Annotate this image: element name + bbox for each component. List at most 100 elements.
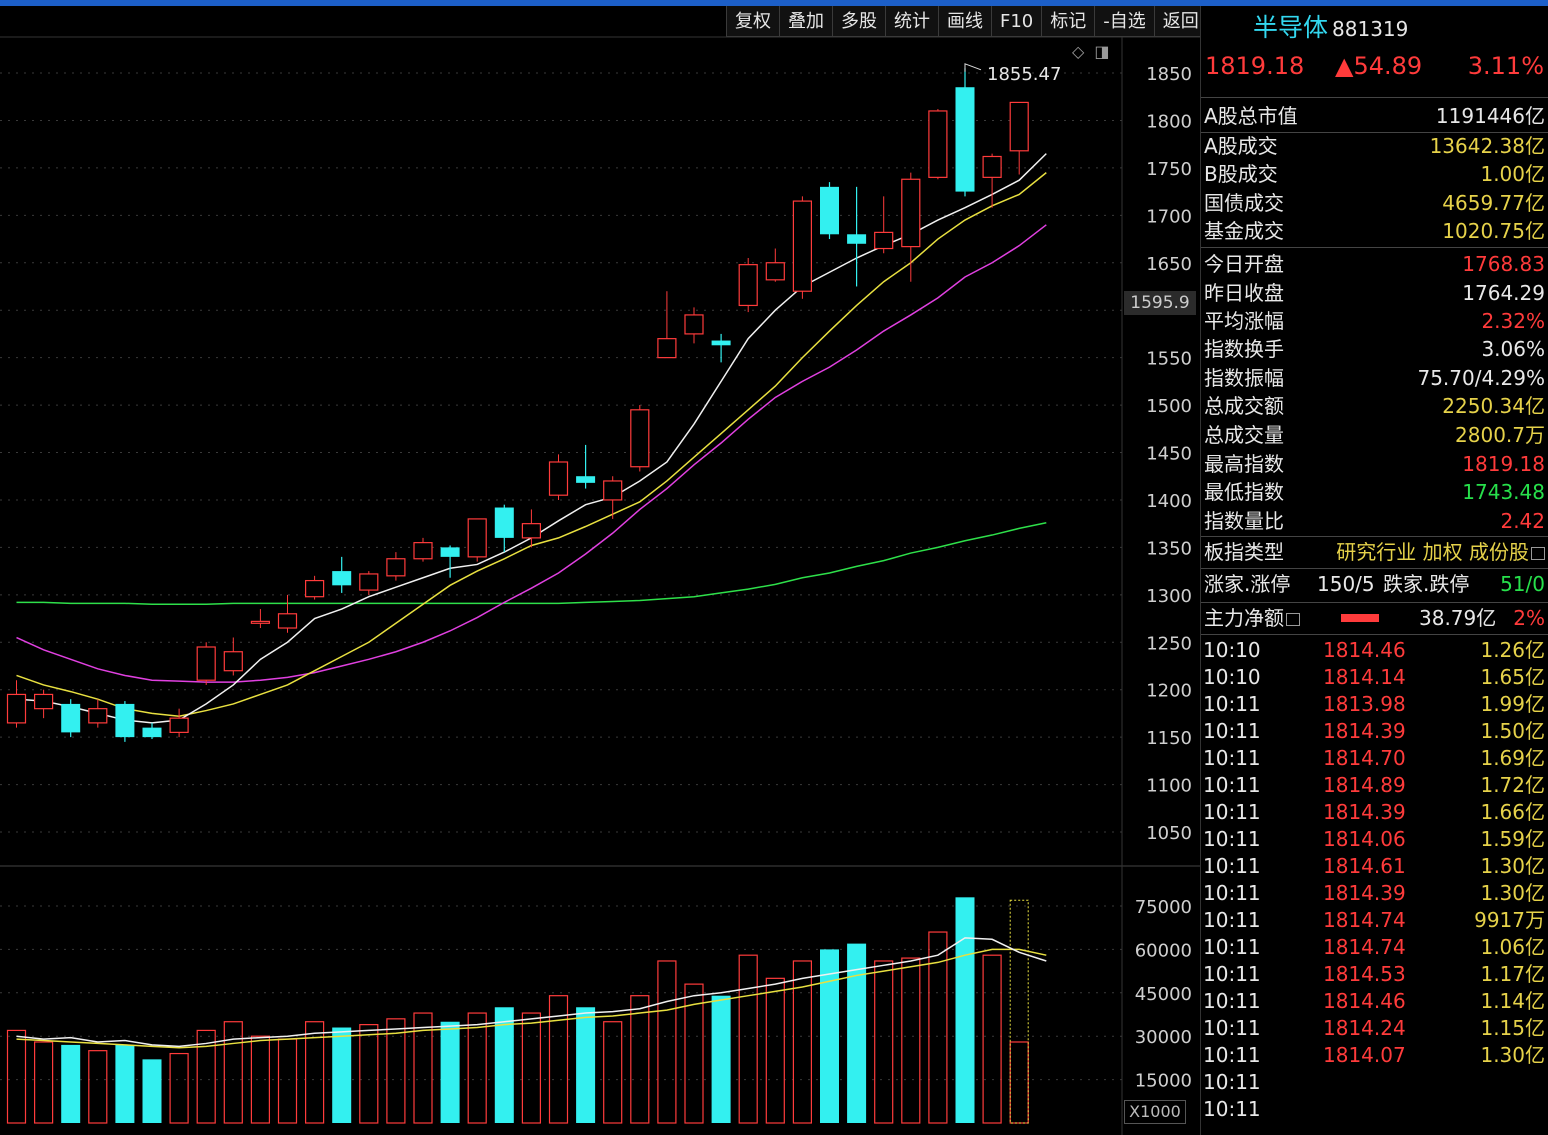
tick-amount: 1.30亿	[1480, 854, 1545, 878]
stat-label: 国债成交	[1204, 191, 1284, 215]
tick-amount: 1.99亿	[1480, 692, 1545, 716]
stat-label: 平均涨幅	[1204, 309, 1284, 333]
stat-value: 1768.83	[1462, 252, 1545, 276]
tick-amount: 1.30亿	[1480, 1043, 1545, 1067]
price-tick-label: 1800	[1146, 111, 1192, 132]
board-type-label: 板指类型	[1204, 540, 1284, 564]
price-tick-label: 1650	[1146, 254, 1192, 275]
main-flow-value: 38.79亿	[1419, 606, 1497, 630]
tick-row: 10:11 1814.53 1.17亿	[1201, 961, 1548, 988]
stat-row: 基金成交 1020.75亿	[1201, 217, 1548, 245]
multi-stock-button[interactable]: 多股	[832, 6, 885, 37]
tick-price: 1814.06	[1323, 827, 1406, 851]
candle-body	[467, 518, 487, 558]
stat-row: 总成交额 2250.34亿	[1201, 392, 1548, 420]
volume-bar	[630, 995, 650, 1124]
kline-chart[interactable]: 1850 1800 1750 1700 1650 1550 1500 1450 1400 1350…	[0, 6, 1200, 1135]
volume-bar	[115, 1044, 135, 1123]
candle-body	[711, 340, 731, 346]
board-type-row: 板指类型 研究行业 加权 成份股≡	[1201, 538, 1548, 566]
volume-bar	[33, 1041, 54, 1124]
index-name: 半导体	[1253, 13, 1329, 42]
tick-time: 10:10	[1203, 665, 1261, 689]
candle-body	[901, 178, 921, 248]
stat-row: 国债成交 4659.77亿	[1201, 189, 1548, 217]
stat-label: 最高指数	[1204, 452, 1284, 476]
stat-label: 指数量比	[1204, 509, 1284, 533]
price-tick-label: 1400	[1146, 491, 1192, 512]
tick-price: 1813.98	[1323, 692, 1406, 716]
main-flow-percent: 2%	[1513, 606, 1545, 630]
stat-value: 1743.48	[1462, 480, 1545, 504]
tick-amount: 1.66亿	[1480, 800, 1545, 824]
candle-body	[440, 547, 460, 557]
quote-panel: 半导体 881319 1819.18 ▲54.89 3.11% A股总市值 1191…	[1200, 6, 1548, 1135]
volume-bar	[277, 1038, 298, 1124]
down-label: 跌家.跌停	[1383, 572, 1470, 596]
tick-row: 10:11 1814.89 1.72亿	[1201, 772, 1548, 799]
tick-price: 1814.74	[1323, 908, 1406, 932]
tick-row: 10:11 1814.70 1.69亿	[1201, 745, 1548, 772]
tick-time: 10:11	[1203, 692, 1261, 716]
main-flow-row: 主力净额≡ 38.79亿 2%	[1201, 604, 1548, 632]
statistics-button[interactable]: 统计	[885, 6, 938, 37]
stat-label: 总成交量	[1204, 423, 1284, 447]
tick-time: 10:11	[1203, 1097, 1261, 1121]
draw-line-button[interactable]: 画线	[938, 6, 991, 37]
chart-corner-icons: ◇ ◨	[1072, 42, 1109, 61]
panel-toggle-icon[interactable]: ◨	[1094, 42, 1109, 61]
main-flow-label: 主力净额≡	[1204, 604, 1300, 632]
mark-button[interactable]: 标记	[1041, 6, 1095, 37]
menu-icon[interactable]: ≡	[1531, 547, 1545, 560]
candle-body	[359, 573, 379, 591]
tick-row: 10:11 1814.07 1.30亿	[1201, 1042, 1548, 1069]
up-label: 涨家.涨停	[1204, 572, 1291, 596]
up-value: 150/5	[1317, 572, 1375, 596]
tick-row: 10:11 1814.06 1.59亿	[1201, 826, 1548, 853]
candle-body	[874, 231, 894, 250]
f10-button[interactable]: F10	[991, 6, 1042, 37]
volume-bar	[386, 1018, 406, 1124]
tick-amount: 1.26亿	[1480, 638, 1545, 662]
candle-body	[576, 476, 596, 483]
tick-time: 10:11	[1203, 908, 1261, 932]
tick-time: 10:11	[1203, 827, 1261, 851]
volume-bar	[467, 1012, 487, 1124]
tick-time: 10:11	[1203, 800, 1261, 824]
candle-body	[88, 708, 108, 724]
volume-bar	[142, 1059, 162, 1123]
candle-body	[169, 717, 189, 733]
volume-bar	[738, 954, 758, 1124]
candle-body	[657, 338, 677, 359]
overlay-button[interactable]: 叠加	[779, 6, 832, 37]
divider	[1201, 602, 1548, 603]
stat-value: 2250.34亿	[1442, 394, 1545, 418]
divider	[1201, 247, 1548, 248]
diamond-icon[interactable]: ◇	[1072, 42, 1084, 61]
tick-amount: 1.17亿	[1480, 962, 1545, 986]
volume-bar	[250, 1035, 270, 1124]
tick-time: 10:11	[1203, 1043, 1261, 1067]
tick-price: 1814.74	[1323, 935, 1406, 959]
volume-tick-label: 30000	[1135, 1027, 1192, 1048]
menu-icon[interactable]: ≡	[1286, 613, 1300, 626]
divider	[1201, 97, 1548, 98]
tick-price: 1814.39	[1323, 800, 1406, 824]
tick-time: 10:11	[1203, 746, 1261, 770]
volume-bar	[603, 1021, 623, 1124]
stat-label: 基金成交	[1204, 219, 1284, 243]
tick-row: 10:11 1814.74 9917万	[1201, 907, 1548, 934]
price-tick-label: 1750	[1146, 159, 1192, 180]
candle-body	[765, 262, 785, 281]
restore-rights-button[interactable]: 复权	[726, 6, 779, 37]
remove-watchlist-button[interactable]: -自选	[1094, 6, 1154, 37]
price-tick-label: 1150	[1146, 728, 1192, 749]
price-tick-label: 1500	[1146, 396, 1192, 417]
tick-time: 10:11	[1203, 773, 1261, 797]
divider	[1201, 536, 1548, 537]
price-tick-label: 1700	[1146, 206, 1192, 227]
board-type-value: 研究行业 加权 成份股≡	[1336, 538, 1545, 566]
volume-unit-label: X1000	[1124, 1100, 1186, 1124]
candle-body	[955, 87, 975, 192]
main-flow-bar	[1341, 614, 1379, 622]
